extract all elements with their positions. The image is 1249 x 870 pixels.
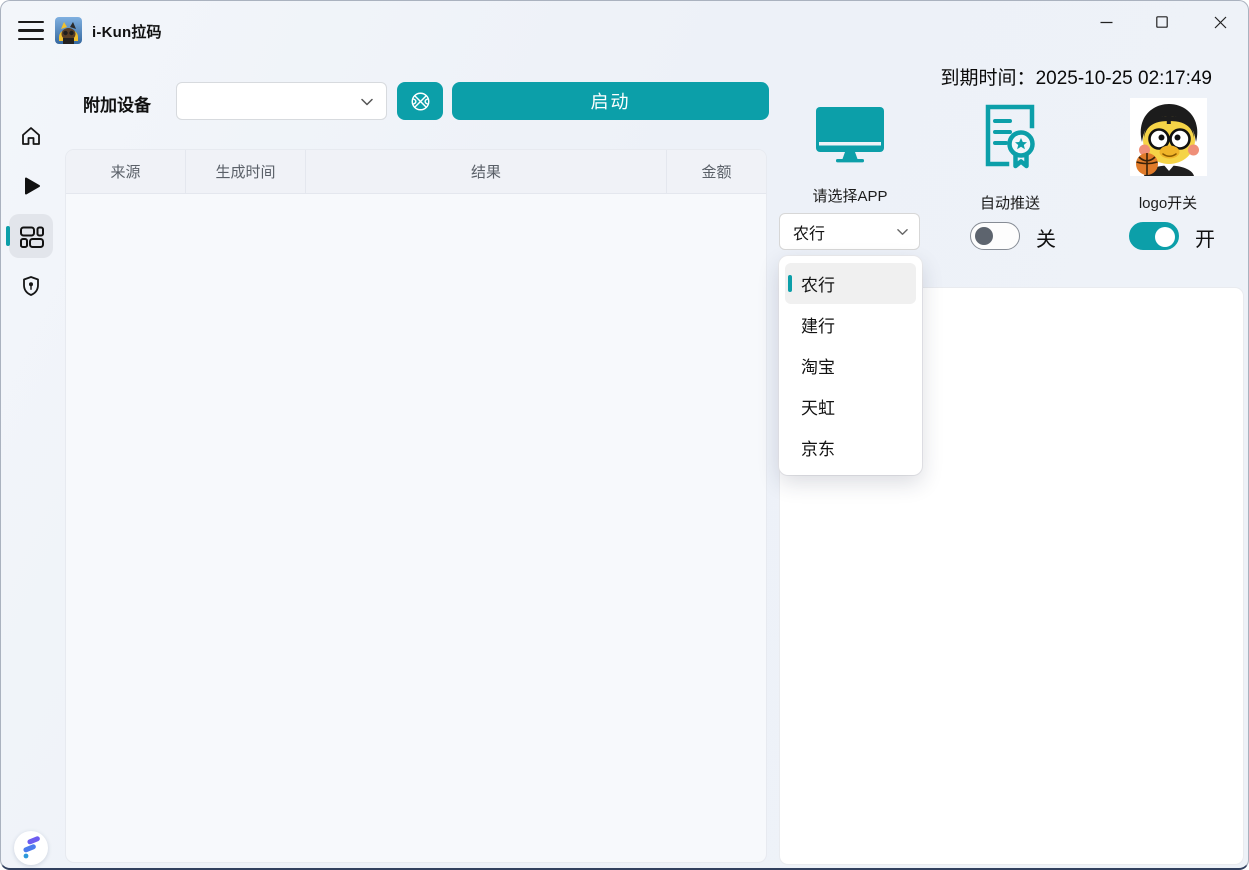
device-label: 附加设备 — [83, 91, 151, 116]
dropdown-option-label: 京东 — [801, 435, 835, 460]
monitor-icon — [814, 105, 886, 163]
home-icon — [19, 124, 43, 148]
app-picker-label: 请选择APP — [790, 185, 910, 206]
certificate-icon — [980, 102, 1040, 170]
expiry-value: 2025-10-25 02:17:49 — [1036, 68, 1212, 89]
app-window: i-Kun拉码 — [0, 0, 1249, 870]
basketball-icon — [409, 90, 432, 113]
app-select[interactable]: 农行 — [779, 213, 920, 250]
sidebar-item-security[interactable] — [19, 274, 43, 298]
start-button[interactable]: 启动 — [452, 82, 769, 120]
chevron-down-icon — [361, 98, 373, 106]
dropdown-option-label: 淘宝 — [801, 353, 835, 378]
sidebar-item-run[interactable] — [19, 174, 43, 198]
shield-icon — [19, 274, 43, 298]
chevron-down-icon — [897, 228, 908, 236]
logo-switch-label: logo开关 — [1108, 192, 1228, 213]
app-dropdown-popup: 农行 建行 淘宝 天虹 京东 — [779, 256, 922, 475]
minimize-button[interactable] — [1083, 5, 1129, 39]
maximize-button[interactable] — [1139, 5, 1185, 39]
dropdown-option-jingdong[interactable]: 京东 — [785, 427, 916, 468]
auto-push-toggle[interactable] — [970, 222, 1020, 250]
app-title: i-Kun拉码 — [92, 21, 162, 42]
col-header-source: 来源 — [66, 150, 185, 193]
dropdown-option-nonghang[interactable]: 农行 — [785, 263, 916, 304]
dropdown-option-label: 农行 — [801, 271, 835, 296]
table-header-row: 来源 生成时间 结果 金额 — [66, 150, 766, 194]
expiry-time: 到期时间：2025-10-25 02:17:49 — [941, 63, 1212, 90]
auto-push-state: 关 — [1036, 223, 1056, 252]
dropdown-option-label: 天虹 — [801, 394, 835, 419]
app-select-value: 农行 — [780, 220, 825, 244]
logo-switch-toggle[interactable] — [1129, 222, 1179, 250]
device-select[interactable] — [176, 82, 387, 120]
selected-option-indicator — [788, 275, 792, 292]
auto-push-label: 自动推送 — [950, 192, 1070, 213]
refresh-basketball-button[interactable] — [397, 82, 443, 120]
results-table: 来源 生成时间 结果 金额 — [65, 149, 767, 863]
app-logo-icon — [55, 17, 82, 44]
col-header-amount: 金额 — [666, 150, 766, 193]
dropdown-option-label: 建行 — [801, 312, 835, 337]
sidebar-item-codes[interactable] — [18, 223, 44, 249]
col-header-created-time: 生成时间 — [185, 150, 305, 193]
sidebar — [1, 57, 61, 866]
dropdown-option-tianhong[interactable]: 天虹 — [785, 386, 916, 427]
menu-hamburger-icon[interactable] — [18, 21, 44, 40]
play-icon — [19, 174, 43, 198]
toggle-knob — [975, 227, 993, 245]
titlebar: i-Kun拉码 — [1, 1, 1248, 57]
dropdown-option-jianhang[interactable]: 建行 — [785, 304, 916, 345]
expiry-label: 到期时间： — [941, 68, 1036, 89]
grid-icon — [18, 223, 44, 249]
close-button[interactable] — [1197, 5, 1243, 39]
kun-avatar — [1130, 98, 1207, 176]
flash-logo-icon — [14, 831, 48, 865]
toggle-knob — [1155, 227, 1175, 247]
logo-switch-state: 开 — [1195, 223, 1215, 252]
dropdown-option-taobao[interactable]: 淘宝 — [785, 345, 916, 386]
col-header-result: 结果 — [305, 150, 666, 193]
sidebar-item-flash[interactable] — [14, 831, 48, 865]
sidebar-item-home[interactable] — [19, 124, 43, 148]
sidebar-active-indicator — [6, 226, 10, 246]
